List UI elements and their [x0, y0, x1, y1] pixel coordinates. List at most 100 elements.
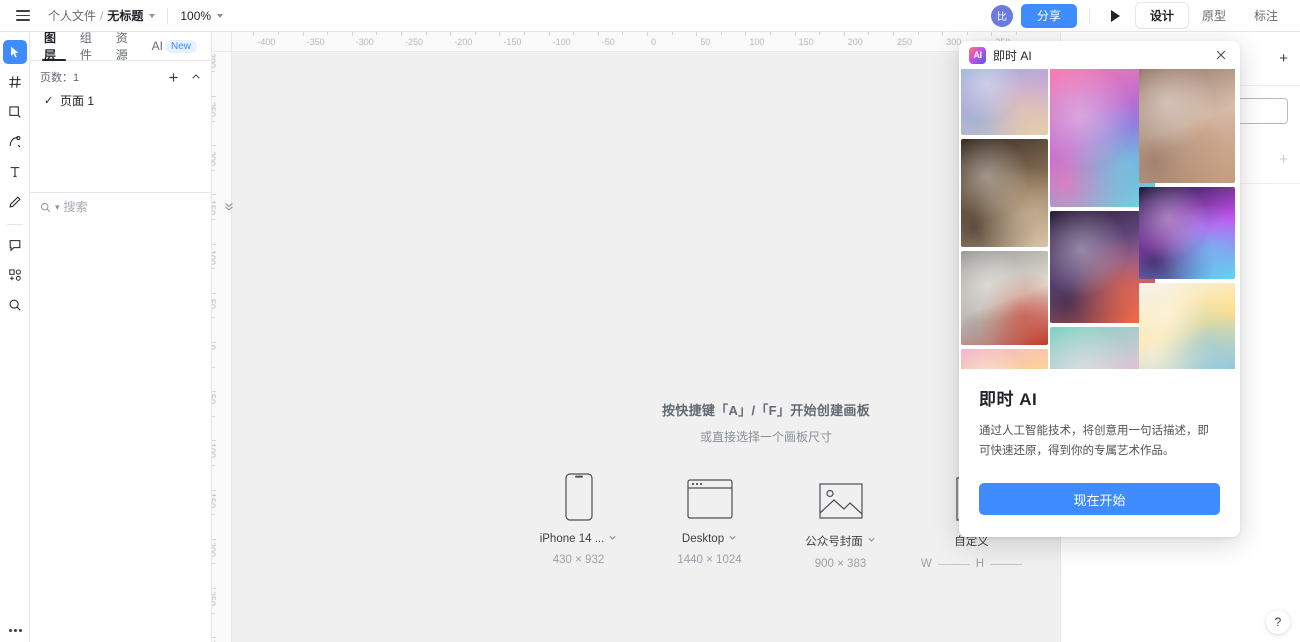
tab-components[interactable]: 组件 — [72, 32, 108, 61]
pages-header: 页数：1 — [30, 65, 211, 89]
plus-icon[interactable] — [168, 72, 179, 83]
chevron-down-icon[interactable] — [867, 535, 876, 547]
plus-icon[interactable]: + — [1279, 51, 1288, 66]
breadcrumb-separator: / — [100, 9, 103, 23]
top-toolbar: 个人文件 / 无标题 100% 比 分享 设计 原型 标注 — [0, 0, 1300, 32]
preset-size: 430 × 932 — [553, 554, 604, 566]
vertical-ruler[interactable]: -300-250-200-150-100-5005010015020025030… — [212, 32, 232, 642]
ruler-corner — [212, 32, 232, 52]
gallery-image-overlay — [1139, 69, 1235, 183]
avatar[interactable]: 比 — [991, 5, 1013, 27]
chevron-down-icon[interactable]: ▾ — [55, 202, 60, 213]
breadcrumb-folder[interactable]: 个人文件 — [48, 7, 96, 24]
page-title: 按快捷键「A」/「F」开始创建画板 — [662, 400, 870, 419]
component-tool[interactable] — [3, 263, 27, 287]
width-input[interactable] — [938, 564, 970, 565]
ai-modal-body: 即时 AI 通过人工智能技术，将创意用一句话描述，即可快速还原，得到你的专属艺术… — [959, 369, 1240, 537]
tab-prototype[interactable]: 原型 — [1188, 3, 1240, 28]
preset-label: iPhone 14 ... — [540, 533, 605, 545]
chevron-down-icon[interactable] — [149, 14, 155, 18]
layers-panel: 图层 组件 资源 AI New 页数：1 ✓ 页面 1 — [30, 32, 212, 642]
search-input[interactable] — [64, 200, 219, 214]
preset-name-row[interactable]: 公众号封面 — [805, 533, 876, 549]
tab-layers[interactable]: 图层 — [36, 32, 72, 61]
pages-count-label: 页数：1 — [40, 69, 79, 85]
gallery-image-fantasy-city[interactable] — [961, 69, 1048, 135]
preset-name-row[interactable]: iPhone 14 ... — [540, 533, 618, 545]
cursor-tool[interactable] — [3, 40, 27, 64]
toolbar-divider — [167, 8, 168, 24]
start-now-button[interactable]: 现在开始 — [979, 483, 1220, 515]
play-icon[interactable] — [1102, 4, 1130, 28]
tab-resources[interactable]: 资源 — [108, 32, 144, 61]
ai-sample-gallery — [959, 69, 1240, 369]
hero-subtitle: 或直接选择一个画板尺寸 — [700, 428, 832, 445]
browser-window-icon — [687, 473, 733, 521]
ai-modal-description: 通过人工智能技术，将创意用一句话描述，即可快速还原，得到你的专属艺术作品。 — [979, 421, 1220, 461]
ai-modal-header: AI 即时 AI — [959, 41, 1240, 69]
share-button[interactable]: 分享 — [1021, 4, 1077, 28]
tab-annotation[interactable]: 标注 — [1240, 3, 1292, 28]
chevron-down-icon[interactable] — [728, 533, 737, 545]
gallery-image-candy-spheres[interactable] — [961, 349, 1048, 369]
search-icon — [40, 202, 51, 213]
layer-search-bar: ▾ — [30, 193, 211, 221]
frame-tool[interactable] — [3, 70, 27, 94]
preset-size: 1440 × 1024 — [677, 554, 741, 566]
hamburger-icon[interactable] — [6, 0, 40, 32]
ai-modal-title: 即时 AI — [979, 385, 1220, 410]
help-button[interactable]: ? — [1266, 610, 1290, 634]
plus-icon-muted[interactable]: + — [1279, 152, 1288, 167]
gallery-image-ceramic-vase[interactable] — [961, 251, 1048, 345]
mode-tabs: 设计 原型 标注 — [1136, 3, 1292, 28]
gallery-column-2 — [1050, 69, 1135, 369]
preset-size: 900 × 383 — [815, 558, 866, 570]
breadcrumb[interactable]: 个人文件 / 无标题 — [48, 7, 155, 24]
preset-name-row[interactable]: Desktop — [682, 533, 737, 545]
preset-label: Desktop — [682, 533, 724, 545]
text-tool[interactable] — [3, 160, 27, 184]
gallery-column-3 — [1139, 69, 1224, 369]
preset-iphone14[interactable]: iPhone 14 ... 430 × 932 — [513, 473, 644, 566]
comment-tool[interactable] — [3, 233, 27, 257]
gallery-column-1 — [961, 69, 1046, 369]
panel-tabs: 图层 组件 资源 AI New — [30, 32, 211, 61]
preset-desktop[interactable]: Desktop 1440 × 1024 — [644, 473, 775, 566]
image-icon — [819, 473, 863, 521]
preset-label: 公众号封面 — [805, 533, 863, 549]
chevron-down-icon[interactable] — [608, 533, 617, 545]
preset-wechat-cover[interactable]: 公众号封面 900 × 383 — [775, 473, 906, 570]
gallery-image-overlay — [961, 349, 1048, 369]
tab-ai[interactable]: AI New — [144, 32, 205, 61]
phone-icon — [562, 473, 596, 521]
pencil-tool[interactable] — [3, 190, 27, 214]
chevron-up-icon[interactable] — [191, 72, 201, 82]
gallery-image-pastel-cloud[interactable] — [1139, 283, 1235, 369]
zoom-control[interactable]: 100% — [180, 9, 223, 23]
pen-tool[interactable] — [3, 130, 27, 154]
gallery-image-neon-portrait[interactable] — [1139, 187, 1235, 279]
tab-design[interactable]: 设计 — [1136, 3, 1188, 28]
gallery-image-overlay — [1139, 187, 1235, 279]
breadcrumb-title[interactable]: 无标题 — [107, 7, 143, 24]
width-label: W — [921, 558, 932, 570]
zoom-tool[interactable] — [3, 293, 27, 317]
close-icon[interactable] — [1212, 46, 1230, 64]
gallery-image-portrait-queen[interactable] — [961, 139, 1048, 247]
gallery-image-overlay — [961, 139, 1048, 247]
gallery-image-temple-street[interactable] — [1139, 69, 1235, 183]
rail-more-button[interactable] — [0, 629, 30, 632]
chevron-down-icon[interactable] — [217, 14, 223, 18]
list-item[interactable]: ✓ 页面 1 — [30, 89, 211, 111]
rectangle-tool[interactable] — [3, 100, 27, 124]
check-icon: ✓ — [44, 94, 54, 107]
ai-logo-icon: AI — [969, 47, 986, 64]
ai-modal-header-title: 即时 AI — [993, 47, 1032, 64]
gallery-image-overlay — [1139, 283, 1235, 369]
height-label: H — [976, 558, 984, 570]
height-input[interactable] — [990, 564, 1022, 565]
gallery-image-overlay — [961, 251, 1048, 345]
tab-ai-label: AI — [152, 39, 163, 53]
double-chevron-down-icon[interactable] — [223, 200, 235, 215]
page-name-label: 页面 1 — [60, 92, 94, 109]
